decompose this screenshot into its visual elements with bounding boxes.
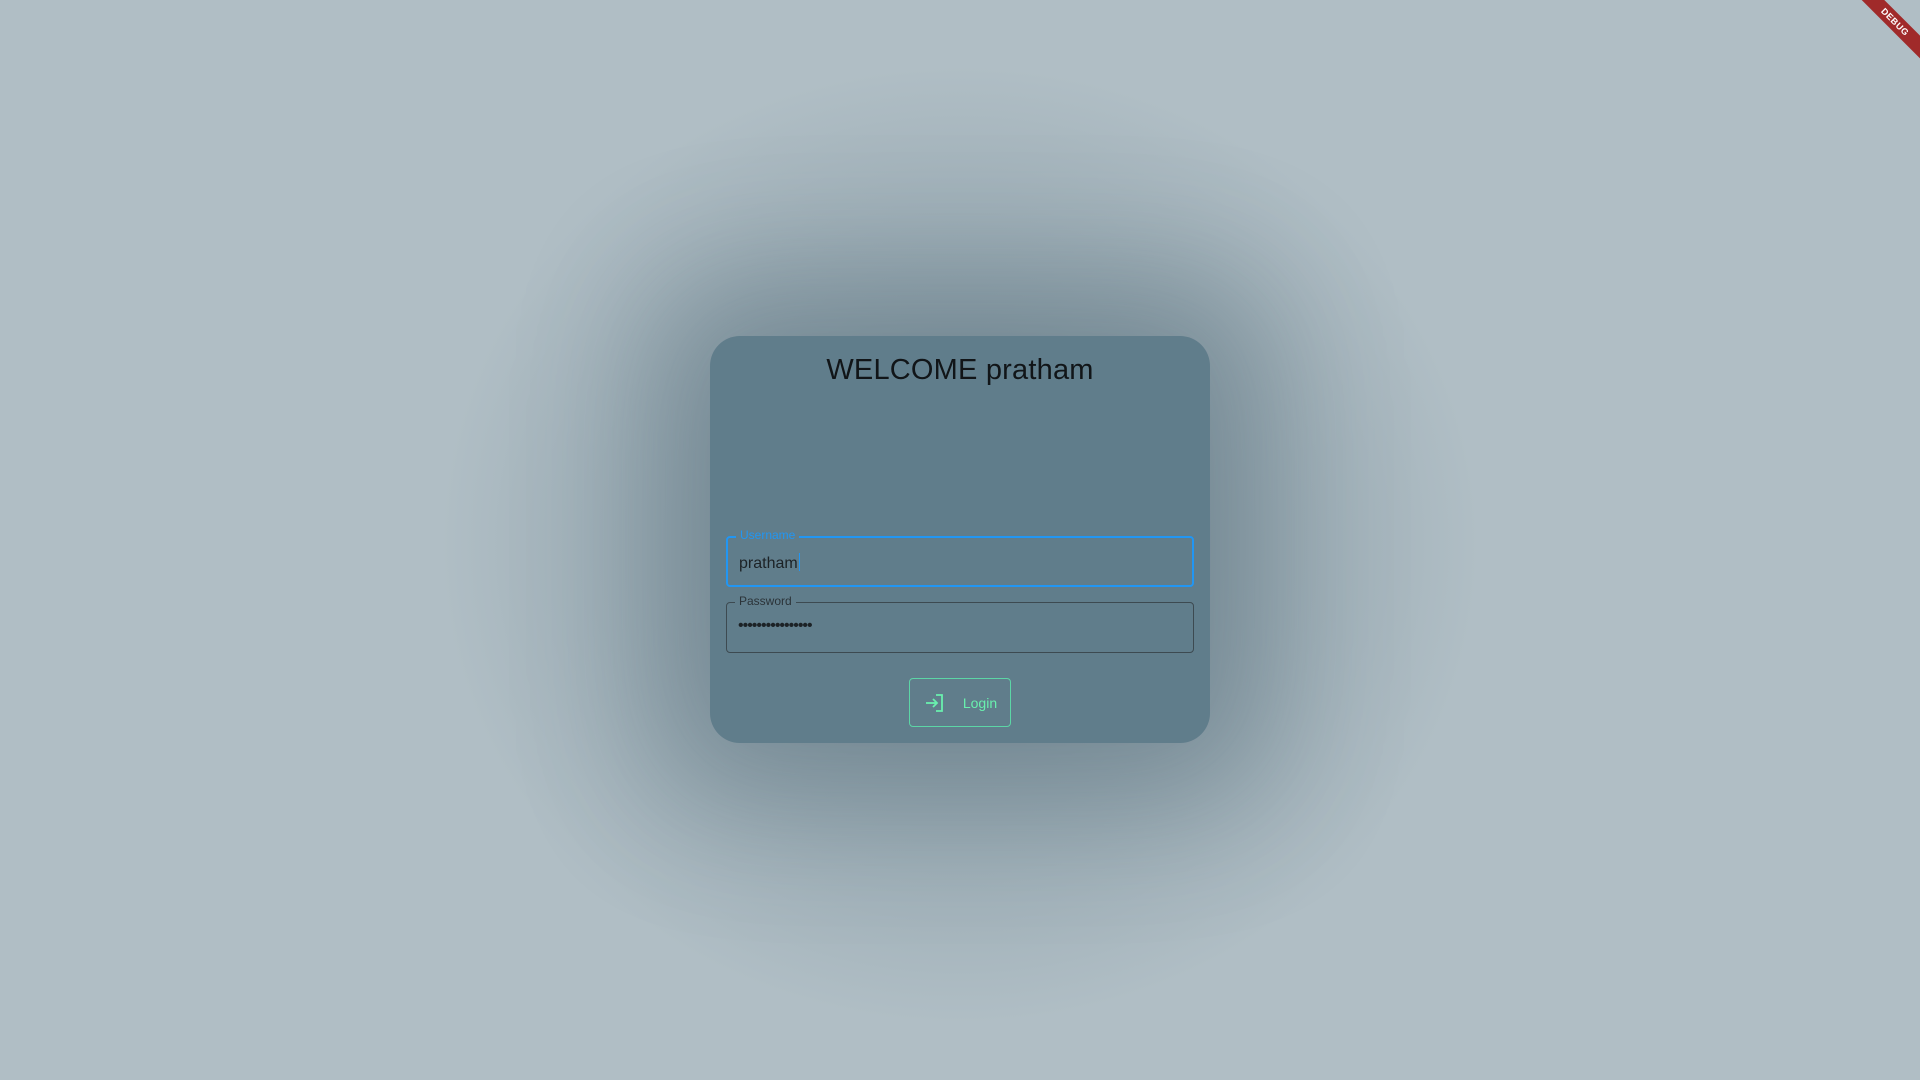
password-label: Password [735, 594, 796, 608]
welcome-title: WELCOME pratham [826, 354, 1094, 386]
username-input[interactable]: pratham [739, 553, 801, 574]
username-label: Username [736, 528, 800, 542]
login-icon [925, 693, 943, 712]
debug-ribbon-label: DEBUG [1860, 0, 1920, 60]
login-button[interactable]: Login [909, 678, 1011, 727]
text-caret [798, 553, 801, 571]
login-card: WELCOME pratham Username pratham Passwor… [710, 336, 1210, 743]
password-field[interactable]: Password •••••••••••••••• [726, 594, 1194, 653]
username-value: pratham [739, 555, 798, 572]
username-field[interactable]: Username pratham [726, 528, 1194, 587]
password-value: •••••••••••••••• [738, 617, 813, 634]
password-input[interactable]: •••••••••••••••• [738, 616, 813, 636]
debug-banner: DEBUG [1860, 0, 1920, 60]
login-button-label: Login [962, 694, 998, 711]
